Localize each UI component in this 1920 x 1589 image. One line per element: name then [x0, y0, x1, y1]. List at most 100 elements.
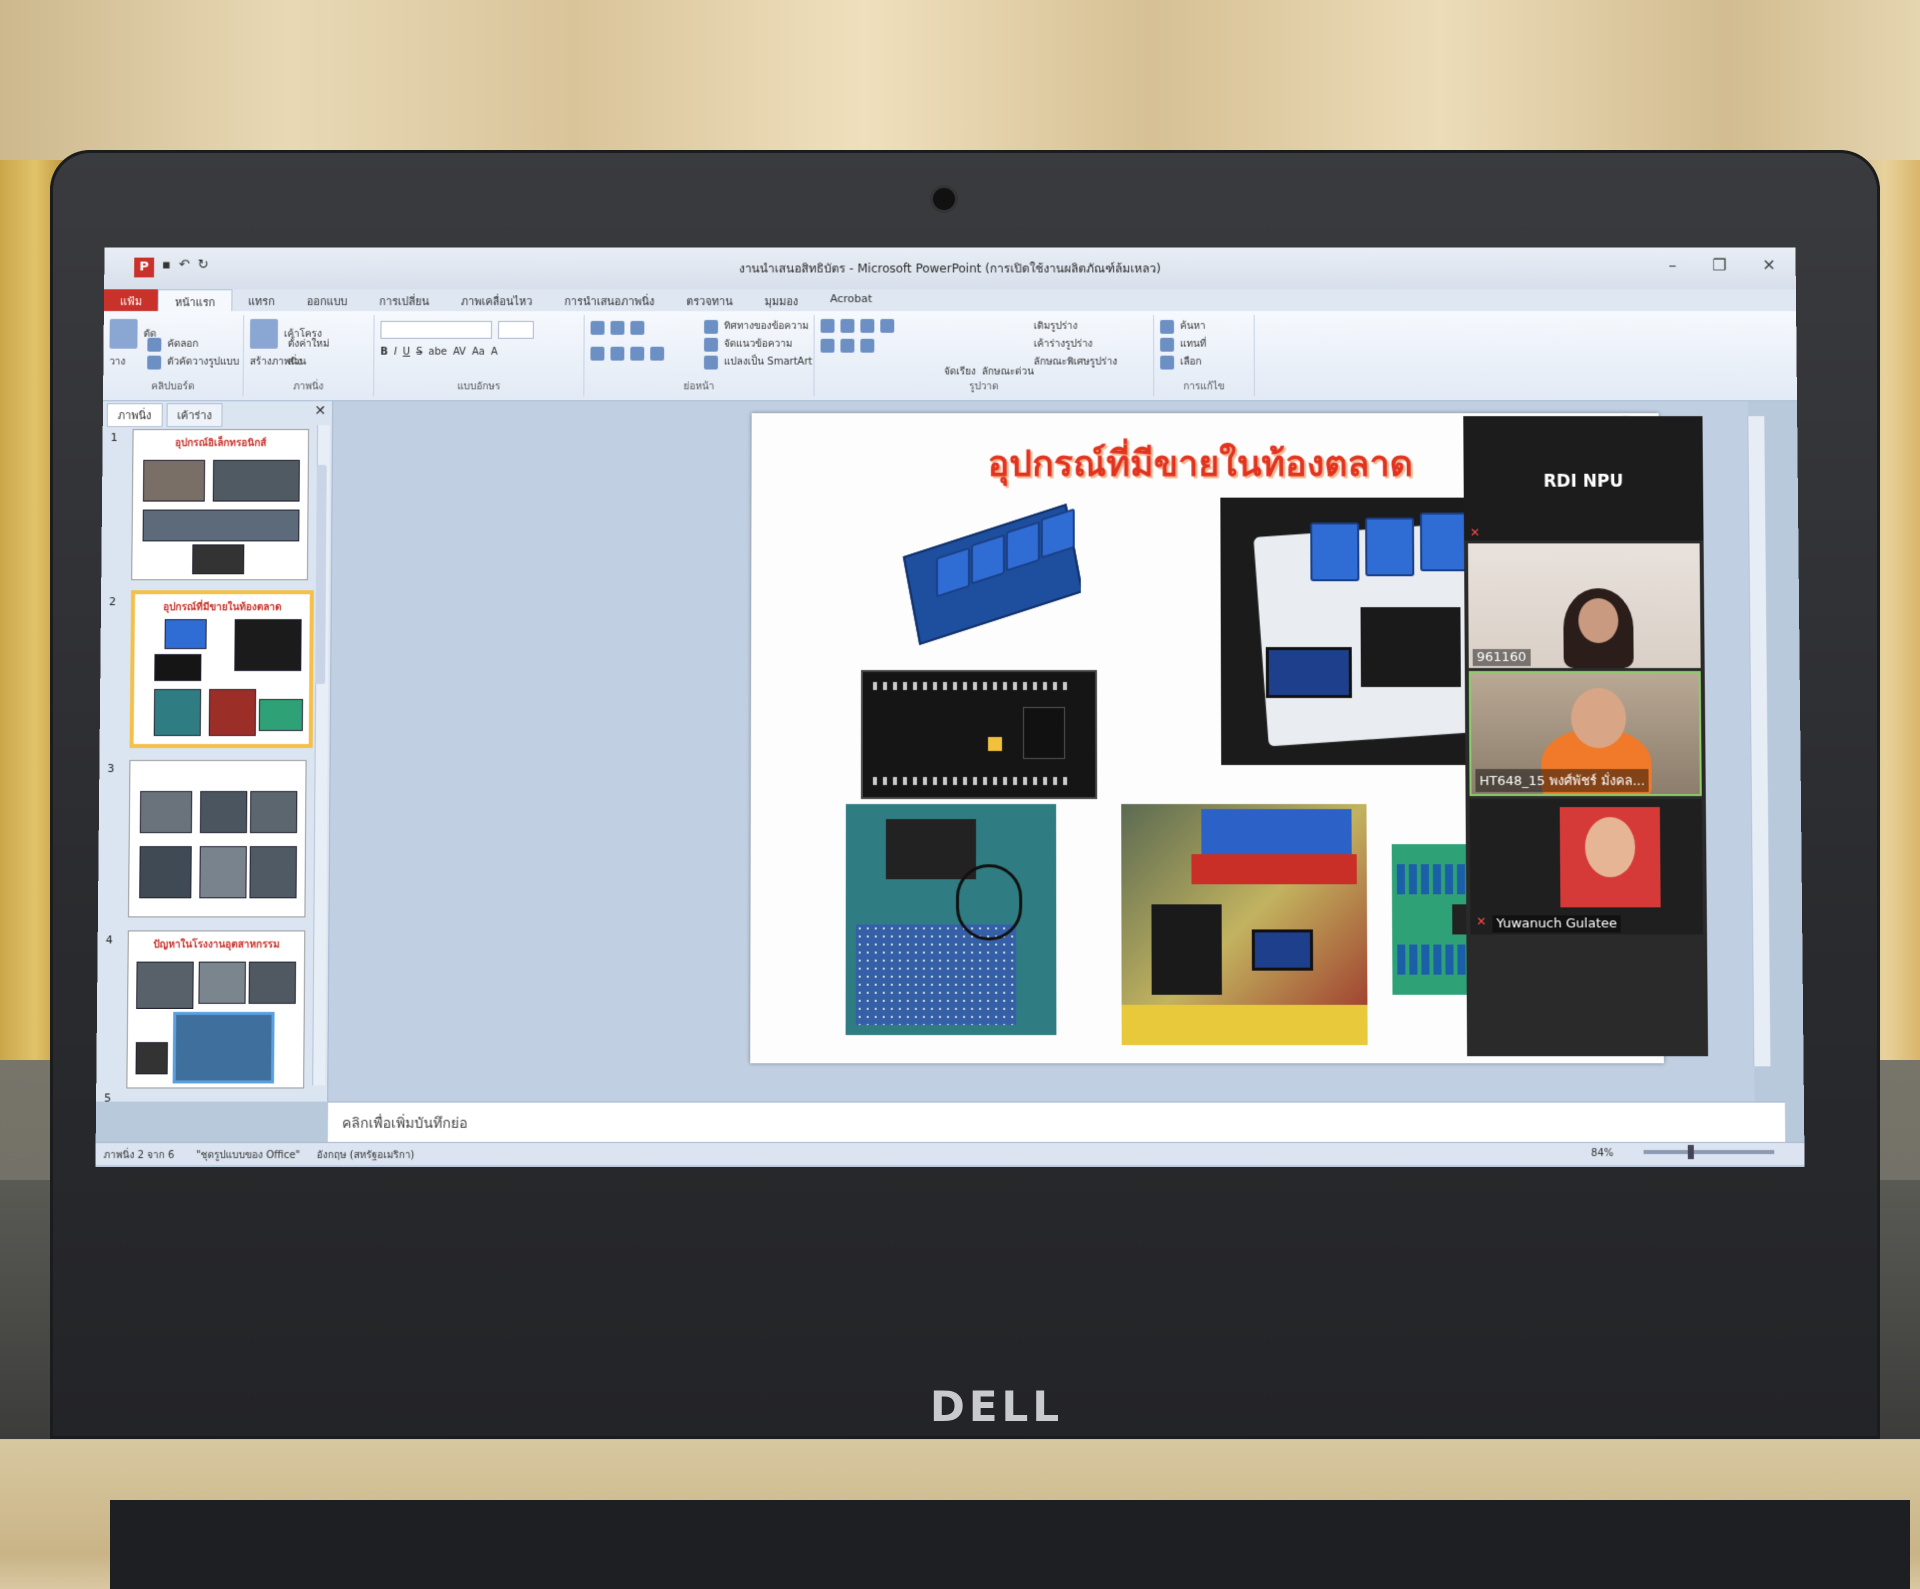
- thumb-image: [172, 1011, 275, 1084]
- panel-scrollbar[interactable]: [312, 425, 331, 1086]
- slide-title[interactable]: อุปกรณ์ที่มีขายในท้องตลาด: [901, 435, 1500, 492]
- language[interactable]: อังกฤษ (สหรัฐอเมริกา): [317, 1148, 415, 1163]
- panel-close-icon[interactable]: ✕: [314, 403, 326, 419]
- shape-effects-button[interactable]: ลักษณะพิเศษรูปร่าง: [1034, 355, 1118, 370]
- tab-home[interactable]: หน้าแรก: [157, 289, 233, 312]
- oled-screen: [1265, 647, 1352, 699]
- relay-module-image[interactable]: [891, 498, 1081, 657]
- tab-transitions[interactable]: การเปลี่ยน: [363, 289, 445, 311]
- reset-button[interactable]: ตั้งค่าใหม่: [288, 337, 330, 352]
- participant-face: [1570, 688, 1627, 748]
- restore-button[interactable]: ❐: [1712, 256, 1726, 275]
- new-slide-button[interactable]: สร้างภาพนิ่ง: [250, 355, 302, 370]
- shape-star-icon[interactable]: [860, 338, 875, 353]
- tab-outline[interactable]: เค้าร่าง: [166, 403, 223, 428]
- participant-tile-3[interactable]: ✕ Yuwanuch Gulatee: [1469, 799, 1704, 935]
- shape-line-icon[interactable]: [840, 318, 855, 333]
- find-button[interactable]: ค้นหา: [1180, 319, 1206, 334]
- esp32-board-image[interactable]: [860, 670, 1098, 800]
- numbering-icon[interactable]: [610, 320, 625, 335]
- slide-thumbnail-2[interactable]: อุปกรณ์ที่มีขายในท้องตลาด: [129, 590, 314, 748]
- spacing-button[interactable]: AV: [453, 347, 466, 358]
- paste-button[interactable]: วาง: [109, 355, 125, 370]
- participant-tile-2[interactable]: HT648_15 พงศ์พัชร์ มั่งคล...: [1468, 671, 1702, 797]
- bold-button[interactable]: B: [380, 347, 388, 358]
- host-tile[interactable]: RDI NPU ✕: [1463, 416, 1704, 541]
- tab-insert[interactable]: แทรก: [232, 289, 291, 311]
- esp-board: [1151, 904, 1222, 995]
- select-button[interactable]: เลือก: [1180, 355, 1202, 370]
- text-direction-button[interactable]: ทิศทางของข้อความ: [724, 319, 809, 334]
- paste-icon[interactable]: [109, 318, 138, 349]
- shape-arrow-icon[interactable]: [860, 318, 875, 333]
- bullets-icon[interactable]: [590, 320, 605, 335]
- relay-prototype-image[interactable]: [1121, 804, 1368, 1046]
- participant-tile-1[interactable]: 961160: [1468, 543, 1701, 669]
- align-right-icon[interactable]: [630, 346, 645, 361]
- smartart-button[interactable]: แปลงเป็น SmartArt: [724, 355, 812, 370]
- group-label: ภาพนิ่ง: [293, 381, 324, 393]
- thumb-image: [153, 689, 202, 736]
- thumb-image: [154, 654, 202, 682]
- arrange-button[interactable]: จัดเรียง: [944, 365, 976, 380]
- align-text-button[interactable]: จัดแนวข้อความ: [724, 337, 792, 352]
- indent-icon[interactable]: [630, 320, 645, 335]
- pin-header: [872, 777, 1074, 786]
- shape-outline-button[interactable]: เค้าร่างรูปร่าง: [1034, 337, 1093, 352]
- shape-oval-icon[interactable]: [880, 318, 895, 333]
- new-slide-icon[interactable]: [249, 318, 279, 349]
- quick-styles-button[interactable]: ลักษณะด่วน: [982, 365, 1034, 380]
- zoom-level[interactable]: 84%: [1591, 1148, 1613, 1159]
- group-label: การแก้ไข: [1183, 381, 1225, 393]
- shape-triangle-icon[interactable]: [820, 338, 835, 353]
- participant-face: [1578, 598, 1619, 644]
- align-left-icon[interactable]: [590, 346, 605, 361]
- case-button[interactable]: Aa: [472, 347, 485, 358]
- format-painter-icon: [147, 355, 162, 370]
- slide-thumbnail-3[interactable]: [127, 760, 307, 918]
- underline-button[interactable]: U: [403, 347, 410, 358]
- status-bar: ภาพนิ่ง 2 จาก 6 "ชุดรูปแบบของ Office" อั…: [95, 1141, 1805, 1166]
- tab-slides[interactable]: ภาพนิ่ง: [106, 403, 163, 428]
- strike-button[interactable]: S: [416, 347, 422, 358]
- tab-acrobat[interactable]: Acrobat: [814, 289, 888, 311]
- slide-thumbnail-1[interactable]: อุปกรณ์อิเล็กทรอนิกส์: [131, 429, 310, 581]
- tab-design[interactable]: ออกแบบ: [291, 289, 364, 311]
- thumb-image: [208, 689, 257, 736]
- shape-fill-button[interactable]: เติมรูปร่าง: [1034, 319, 1078, 334]
- scroll-thumb[interactable]: [315, 464, 327, 685]
- font-name-input[interactable]: [380, 320, 493, 339]
- font-size-input[interactable]: [497, 320, 534, 339]
- esp32-breadboard-image[interactable]: [845, 804, 1057, 1036]
- minimize-button[interactable]: –: [1668, 256, 1676, 275]
- copy-button[interactable]: คัดลอก: [167, 337, 198, 352]
- thumb-number: 4: [105, 933, 113, 947]
- zoom-slider-handle[interactable]: [1687, 1144, 1694, 1160]
- group-font: B I U S abe AV Aa A แบบอักษร: [374, 315, 585, 397]
- slide-thumbnail-4[interactable]: ปัญหาในโรงงานอุตสาหกรรม: [126, 930, 306, 1089]
- tab-view[interactable]: มุมมอง: [749, 289, 814, 311]
- italic-button[interactable]: I: [394, 347, 397, 358]
- justify-icon[interactable]: [650, 346, 665, 361]
- tab-review[interactable]: ตรวจทาน: [670, 289, 748, 311]
- shape-bracket-icon[interactable]: [840, 338, 855, 353]
- zoom-slider[interactable]: [1643, 1150, 1775, 1155]
- replace-button[interactable]: แทนที่: [1180, 337, 1206, 352]
- tab-animations[interactable]: ภาพเคลื่อนไหว: [445, 289, 548, 311]
- shape-rect-icon[interactable]: [820, 318, 835, 333]
- notes-placeholder[interactable]: คลิกเพื่อเพิ่มบันทึกย่อ: [342, 1113, 468, 1135]
- find-icon: [1160, 319, 1175, 334]
- close-button[interactable]: ✕: [1762, 256, 1776, 275]
- ribbon-tabs: แฟ้ม หน้าแรก แทรก ออกแบบ การเปลี่ยน ภาพเ…: [103, 289, 1797, 312]
- dell-logo: DELL: [930, 1382, 1064, 1431]
- strikethrough-button[interactable]: abe: [428, 347, 447, 358]
- align-center-icon[interactable]: [610, 346, 625, 361]
- esp-board: [885, 819, 977, 880]
- font-color-button[interactable]: A: [491, 347, 498, 358]
- group-clipboard: ตัด คัดลอก ตัวคัดวางรูปแบบ วาง คลิปบอร์ด: [103, 315, 245, 397]
- format-painter-button[interactable]: ตัวคัดวางรูปแบบ: [167, 355, 239, 370]
- tab-slideshow[interactable]: การนำเสนอภาพนิ่ง: [548, 289, 670, 311]
- tab-file[interactable]: แฟ้ม: [103, 289, 158, 312]
- replace-icon: [1160, 337, 1175, 352]
- notes-pane[interactable]: คลิกเพื่อเพิ่มบันทึกย่อ: [327, 1101, 1786, 1143]
